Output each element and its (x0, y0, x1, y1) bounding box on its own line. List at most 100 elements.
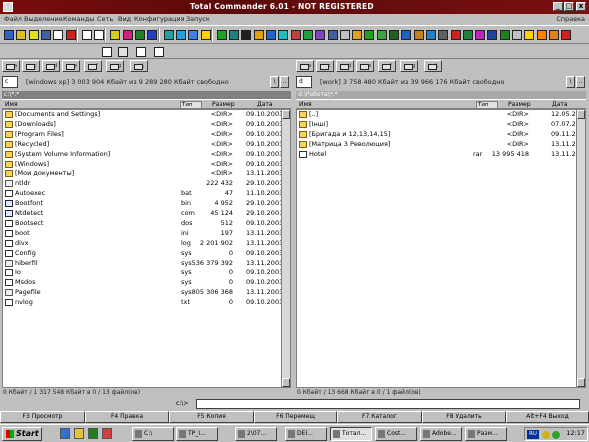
menu-commands[interactable]: Команды (63, 15, 94, 23)
f4-edit-button[interactable]: F4 Правка (85, 411, 169, 423)
file-row[interactable]: Bootsect dos 512 09.10.2003 (3, 219, 290, 228)
task-button-5[interactable]: Тотал... (330, 427, 372, 441)
col-size-header[interactable]: Размер (508, 101, 531, 108)
file-row[interactable]: [Recycled] <DIR> 09.10.2003 (3, 140, 290, 149)
file-row[interactable]: Bootfont bin 4 952 29.10.2001 (3, 199, 290, 208)
vertical-scrollbar[interactable] (576, 110, 585, 387)
menu-start[interactable]: Запуск (186, 15, 210, 23)
col-ext-header[interactable]: Тип (180, 101, 202, 109)
menu-net[interactable]: Сеть (97, 15, 113, 23)
task-button-7[interactable]: Adobe... (420, 427, 462, 441)
drive-e-button[interactable]: e (62, 60, 80, 72)
menu-show[interactable]: Вид (118, 15, 131, 23)
scroll-down-arrow-icon[interactable] (577, 378, 585, 387)
task-button-4[interactable]: DEI... (285, 427, 327, 441)
file-row[interactable]: divx log 2 201 902 13.11.2003 (3, 239, 290, 248)
menu-mark[interactable]: Выделение (24, 15, 63, 23)
desktop-quicklaunch-icon[interactable] (88, 428, 98, 439)
drive-g-button[interactable]: g (106, 60, 124, 72)
start-button[interactable]: Start (2, 427, 42, 441)
scroll-up-arrow-icon[interactable] (577, 110, 585, 119)
left-drive-combo[interactable]: c (2, 76, 18, 88)
drive-a-button[interactable]: a (2, 60, 20, 72)
task-button-6[interactable]: Cost... (375, 427, 417, 441)
right-up-button[interactable]: .. (576, 76, 585, 88)
command-input[interactable] (196, 399, 580, 409)
file-row[interactable]: ntldr 222 432 29.10.2001 (3, 179, 290, 188)
stop-icon[interactable] (559, 28, 573, 42)
sort-name-icon[interactable] (100, 45, 114, 59)
file-row[interactable]: [Downloads] <DIR> 09.10.2003 (3, 120, 290, 129)
task-button-2[interactable]: TP_I... (176, 427, 218, 441)
scroll-up-arrow-icon[interactable] (282, 110, 290, 119)
file-row[interactable]: [Windows] <DIR> 09.10.2003 (3, 160, 290, 169)
left-up-button[interactable]: .. (280, 76, 289, 88)
drive-f-button[interactable]: f (378, 60, 396, 72)
f5-copy-button[interactable]: F5 Копия (169, 411, 254, 423)
task-button-1[interactable]: C:\ (132, 427, 174, 441)
drive-e-button[interactable]: e (356, 60, 374, 72)
app-icon[interactable] (3, 2, 13, 12)
minimize-button[interactable]: _ (553, 2, 563, 11)
col-size-header[interactable]: Размер (212, 101, 235, 108)
folder-quicklaunch-icon[interactable] (74, 428, 84, 439)
sort-date-icon[interactable] (152, 45, 166, 59)
file-row[interactable]: [..] <DIR> 12.05.2003 (297, 110, 585, 119)
drive-a-button[interactable]: a (296, 60, 314, 72)
file-row[interactable]: nvlog txt 0 09.10.2003 (3, 298, 290, 307)
col-date-header[interactable]: Дата (552, 101, 568, 108)
right-root-button[interactable]: \ (566, 76, 575, 88)
file-row[interactable]: Pagefile sys 805 306 368 13.11.2003 (3, 288, 290, 297)
left-file-list[interactable]: [Documents and Settings] <DIR> 09.10.2003[… (2, 109, 291, 388)
file-row[interactable]: [Program Files] <DIR> 09.10.2003 (3, 130, 290, 139)
col-name-header[interactable]: Имя (5, 101, 18, 108)
menu-configuration[interactable]: Конфигурация (134, 15, 185, 23)
file-row[interactable]: [Мои документы] <DIR> 13.11.2003 (3, 169, 290, 178)
left-current-path[interactable]: c:\*.* (2, 91, 291, 99)
close-button[interactable]: x (576, 2, 586, 11)
file-row[interactable]: Msdos sys 0 09.10.2003 (3, 278, 290, 287)
drive-c-button[interactable]: c (22, 60, 40, 72)
task-button-8[interactable]: Разм... (465, 427, 507, 441)
file-row[interactable]: [Інші] <DIR> 07.07.2003 (297, 120, 585, 129)
task-button-3[interactable]: 2\07... (235, 427, 277, 441)
drive-net-button[interactable]: \ (424, 60, 442, 72)
menu-file[interactable]: Файл (4, 15, 22, 23)
right-drive-combo[interactable]: d (296, 76, 312, 88)
maximize-button[interactable]: □ (564, 2, 574, 11)
left-root-button[interactable]: \ (270, 76, 279, 88)
tray-app-icon[interactable] (542, 431, 550, 439)
drive-f-button[interactable]: f (84, 60, 102, 72)
drive-net-button[interactable]: \ (130, 60, 148, 72)
f8-delete-button[interactable]: F8 Удалить (422, 411, 506, 423)
vertical-scrollbar[interactable] (281, 110, 290, 387)
drive-c-button[interactable]: c (316, 60, 334, 72)
col-name-header[interactable]: Имя (299, 101, 312, 108)
file-row[interactable]: Hotel rar 13 995 418 13.11.2003 (297, 150, 585, 159)
f6-move-button[interactable]: F6 Перемещ (254, 411, 337, 423)
ie-quicklaunch-icon[interactable] (60, 428, 70, 439)
file-row[interactable]: [System Volume Information] <DIR> 09.10.20… (3, 150, 290, 159)
file-row[interactable]: [Бригада и 12,13,14,15] <DIR> 09.11.2003 (297, 130, 585, 139)
menu-help[interactable]: Справка (556, 15, 585, 23)
col-date-header[interactable]: Дата (257, 101, 273, 108)
f7-mkdir-button[interactable]: F7 Каталог (337, 411, 422, 423)
right-file-list[interactable]: [..] <DIR> 12.05.2003 [Інші] <DIR> 07.07.2003… (296, 109, 586, 388)
altf4-exit-button[interactable]: Alt+F4 Выход (506, 411, 589, 423)
scroll-down-arrow-icon[interactable] (282, 378, 290, 387)
file-row[interactable]: boot ini 197 13.11.2003 (3, 229, 290, 238)
sort-size-icon[interactable] (134, 45, 148, 59)
drive-g-button[interactable]: g (400, 60, 418, 72)
media-quicklaunch-icon[interactable] (102, 428, 112, 439)
f3-view-button[interactable]: F3 Просмотр (0, 411, 85, 423)
file-row[interactable]: Ntdetect com 45 124 29.10.2001 (3, 209, 290, 218)
col-ext-header[interactable]: Тип (476, 101, 498, 109)
file-row[interactable]: [Матрица 3 Революция] <DIR> 13.11.2003 (297, 140, 585, 149)
file-row[interactable]: Config sys 0 09.10.2003 (3, 249, 290, 258)
right-current-path[interactable]: d:\Работа\*.* (296, 91, 586, 99)
tray-network-icon[interactable] (552, 431, 560, 439)
file-row[interactable]: hiberfil sys 536 379 392 13.11.2003 (3, 259, 290, 268)
file-row[interactable]: Io sys 0 09.10.2003 (3, 268, 290, 277)
drive-d-button[interactable]: d (336, 60, 354, 72)
file-row[interactable]: [Documents and Settings] <DIR> 09.10.2003 (3, 110, 290, 119)
